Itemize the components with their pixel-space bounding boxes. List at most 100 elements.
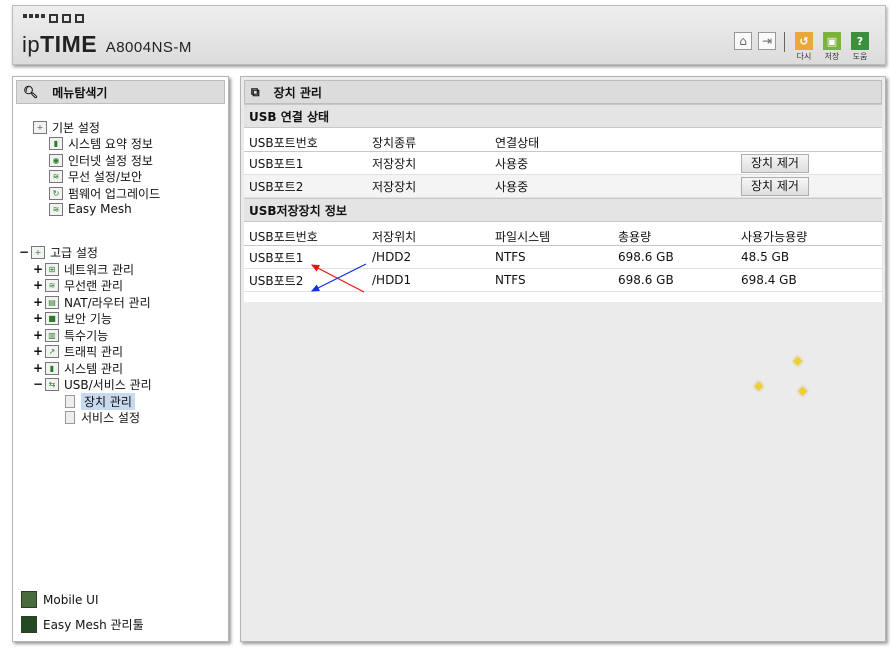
- menu-easy-mesh[interactable]: ≋ Easy Mesh: [47, 201, 132, 217]
- model-name: A8004NS-M: [105, 39, 192, 56]
- menu-label: 트래픽 관리: [64, 344, 124, 359]
- tree-basic-settings[interactable]: + 기본 설정: [31, 119, 100, 135]
- page-icon: ⧉: [251, 84, 260, 99]
- upgrade-icon: ↻: [49, 186, 63, 200]
- page-title: 장치 관리: [273, 85, 322, 100]
- menu-firmware-upgrade[interactable]: ↻ 펌웨어 업그레이드: [47, 185, 160, 201]
- expand-icon: +: [33, 278, 44, 292]
- logo-bold: TIME: [40, 31, 98, 57]
- port-cell: USB포트1: [244, 151, 367, 175]
- folder-icon: +: [31, 245, 45, 259]
- page-icon: [65, 394, 75, 408]
- column-header: 사용가능용량: [736, 222, 882, 246]
- lock-icon: ■: [45, 311, 59, 325]
- refresh-icon: ↺: [795, 32, 813, 50]
- action-cell: 장치 제거: [736, 151, 882, 175]
- content-area: USB 연결 상태 USB포트번호 장치종류 연결상태 USB포트1 저장장치 …: [244, 104, 882, 302]
- page-icon: [65, 410, 75, 424]
- storage-table-wrap: USB포트번호 저장위치 파일시스템 총용량 사용가능용량 USB포트1 /HD…: [244, 222, 882, 293]
- menu-label: USB/서비스 관리: [64, 377, 152, 392]
- annotation-arrows: [310, 263, 367, 293]
- remove-device-button[interactable]: 장치 제거: [741, 153, 809, 173]
- tree-advanced-settings[interactable]: − + 고급 설정: [19, 244, 98, 260]
- menu-service-settings[interactable]: 서비스 설정: [65, 409, 140, 425]
- storage-info-heading: USB저장장치 정보: [244, 198, 882, 222]
- table-row: USB포트1 저장장치 사용중 장치 제거: [244, 151, 882, 175]
- sparkle-icon: ✦: [752, 377, 766, 396]
- menu-label: 보안 기능: [64, 311, 112, 326]
- type-cell: 저장장치: [367, 151, 490, 175]
- column-header: 연결상태: [490, 128, 736, 152]
- menu-label: 무선 설정/보안: [68, 169, 143, 184]
- column-header: [736, 128, 882, 152]
- special-icon: ▥: [45, 328, 59, 342]
- filesystem-cell: NTFS: [490, 268, 613, 292]
- menu-label: 시스템 관리: [64, 361, 124, 376]
- home-icon[interactable]: ⌂: [734, 32, 752, 50]
- menu-security[interactable]: + ■ 보안 기능: [33, 310, 112, 326]
- refresh-label: 다시: [796, 52, 812, 61]
- status-cell: 사용중: [490, 151, 736, 175]
- menu-explorer-label: 메뉴탐색기: [52, 85, 108, 100]
- sparkle-icon: ✦: [796, 382, 810, 401]
- menu-label: 특수기능: [64, 328, 109, 343]
- remove-device-button[interactable]: 장치 제거: [741, 176, 809, 196]
- logo-prefix: ip: [22, 32, 41, 57]
- menu-system[interactable]: + ▮ 시스템 관리: [33, 360, 123, 376]
- logout-icon[interactable]: ⇥: [758, 32, 776, 50]
- menu-label: 서비스 설정: [81, 410, 141, 425]
- globe-icon: ◉: [49, 153, 63, 167]
- menu-wireless[interactable]: + ≋ 무선랜 관리: [33, 277, 123, 293]
- menu-label: 인터넷 설정 정보: [68, 153, 153, 168]
- menu-system-summary[interactable]: ▮ 시스템 요약 정보: [47, 135, 153, 151]
- menu-special[interactable]: + ▥ 특수기능: [33, 327, 108, 343]
- menu-label: 무선랜 관리: [64, 278, 124, 293]
- menu-nat-router[interactable]: + ▤ NAT/라우터 관리: [33, 294, 151, 310]
- filesystem-cell: NTFS: [490, 245, 613, 269]
- page-title-bar: ⧉ 장치 관리: [244, 80, 882, 104]
- menu-wireless-security[interactable]: ≋ 무선 설정/보안: [47, 168, 142, 184]
- sidebar-footer: Mobile UI Easy Mesh 관리툴: [21, 583, 144, 633]
- help-icon: ?: [851, 32, 869, 50]
- toolbar-divider: [784, 32, 785, 52]
- help-button[interactable]: ? 도움: [849, 32, 871, 62]
- wifi-icon: ≋: [49, 169, 63, 183]
- free-capacity-cell: 698.4 GB: [736, 268, 882, 292]
- router-icon: ▤: [45, 295, 59, 309]
- help-label: 도움: [852, 52, 868, 61]
- mobile-ui-link[interactable]: Mobile UI: [21, 591, 144, 608]
- tree-label: 고급 설정: [50, 245, 98, 260]
- menu-label: NAT/라우터 관리: [64, 295, 151, 310]
- menu-label-selected: 장치 관리: [81, 392, 135, 410]
- top-header: ipTIME A8004NS-M ⌂ ⇥ ↺ 다시 ▣ 저장 ? 도움: [12, 5, 886, 65]
- refresh-button[interactable]: ↺ 다시: [793, 32, 815, 62]
- chart-icon: ▮: [45, 361, 59, 375]
- column-header: 총용량: [613, 222, 736, 246]
- mobile-icon: [21, 591, 37, 608]
- wifi-icon: ≋: [45, 278, 59, 292]
- mesh-icon: ≋: [49, 202, 63, 216]
- menu-internet-info[interactable]: ◉ 인터넷 설정 정보: [47, 152, 153, 168]
- total-capacity-cell: 698.6 GB: [613, 268, 736, 292]
- network-icon: ⊞: [45, 262, 59, 276]
- collapse-icon: −: [33, 377, 44, 391]
- folder-icon: +: [33, 120, 47, 134]
- menu-label: 네트워크 관리: [64, 262, 135, 277]
- expand-icon: +: [33, 361, 44, 375]
- easy-mesh-tool-link[interactable]: Easy Mesh 관리툴: [21, 616, 144, 633]
- menu-traffic[interactable]: + ↗ 트래픽 관리: [33, 343, 123, 359]
- column-header: 파일시스템: [490, 222, 613, 246]
- menu-network[interactable]: + ⊞ 네트워크 관리: [33, 261, 134, 277]
- action-cell: 장치 제거: [736, 174, 882, 198]
- chart-icon: ▮: [49, 136, 63, 150]
- type-cell: 저장장치: [367, 174, 490, 198]
- tree-label: 기본 설정: [52, 120, 100, 135]
- traffic-icon: ↗: [45, 344, 59, 358]
- collapse-icon: −: [19, 245, 30, 259]
- status-cell: 사용중: [490, 174, 736, 198]
- save-icon: ▣: [823, 32, 841, 50]
- menu-usb-service[interactable]: − ⇆ USB/서비스 관리: [33, 376, 152, 392]
- free-capacity-cell: 48.5 GB: [736, 245, 882, 269]
- menu-device-management[interactable]: 장치 관리: [65, 392, 135, 410]
- save-button[interactable]: ▣ 저장: [821, 32, 843, 62]
